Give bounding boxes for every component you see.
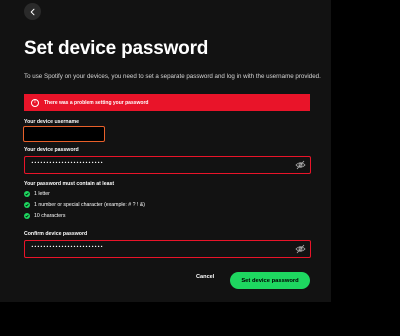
confirm-password-masked-value: •••••••••••••••••••••••• xyxy=(31,245,104,250)
check-circle-icon xyxy=(24,213,30,219)
requirement-text: 1 letter xyxy=(34,191,50,197)
requirement-item: 1 number or special character (example: … xyxy=(24,202,145,208)
error-message: There was a problem setting your passwor… xyxy=(44,99,149,106)
username-label: Your device username xyxy=(24,119,79,125)
main-panel: Set device password To use Spotify on yo… xyxy=(0,0,331,302)
eye-off-icon[interactable] xyxy=(295,160,306,170)
requirements-title: Your password must contain at least xyxy=(24,181,115,187)
back-button[interactable] xyxy=(24,3,41,20)
exclamation-circle-icon: ! xyxy=(31,98,39,107)
password-masked-value: •••••••••••••••••••••••• xyxy=(31,161,104,166)
username-field[interactable] xyxy=(23,126,105,142)
requirement-text: 1 number or special character (example: … xyxy=(34,202,146,208)
requirement-item: 10 characters xyxy=(24,213,65,219)
password-label: Your device password xyxy=(24,147,79,153)
check-circle-icon xyxy=(24,202,30,208)
cancel-button[interactable]: Cancel xyxy=(196,274,214,280)
error-banner: ! There was a problem setting your passw… xyxy=(24,94,310,111)
confirm-password-input[interactable]: •••••••••••••••••••••••• xyxy=(24,240,311,258)
intro-text: To use Spotify on your devices, you need… xyxy=(24,73,321,80)
requirement-text: 10 characters xyxy=(34,213,66,219)
chevron-left-icon xyxy=(30,8,34,15)
password-input[interactable]: •••••••••••••••••••••••• xyxy=(24,156,311,174)
eye-off-icon[interactable] xyxy=(295,244,306,254)
set-device-password-button[interactable]: Set device password xyxy=(230,272,310,289)
requirement-item: 1 letter xyxy=(24,191,50,197)
check-circle-icon xyxy=(24,191,30,197)
page-title: Set device password xyxy=(24,38,209,59)
confirm-password-label: Confirm device password xyxy=(24,231,88,237)
